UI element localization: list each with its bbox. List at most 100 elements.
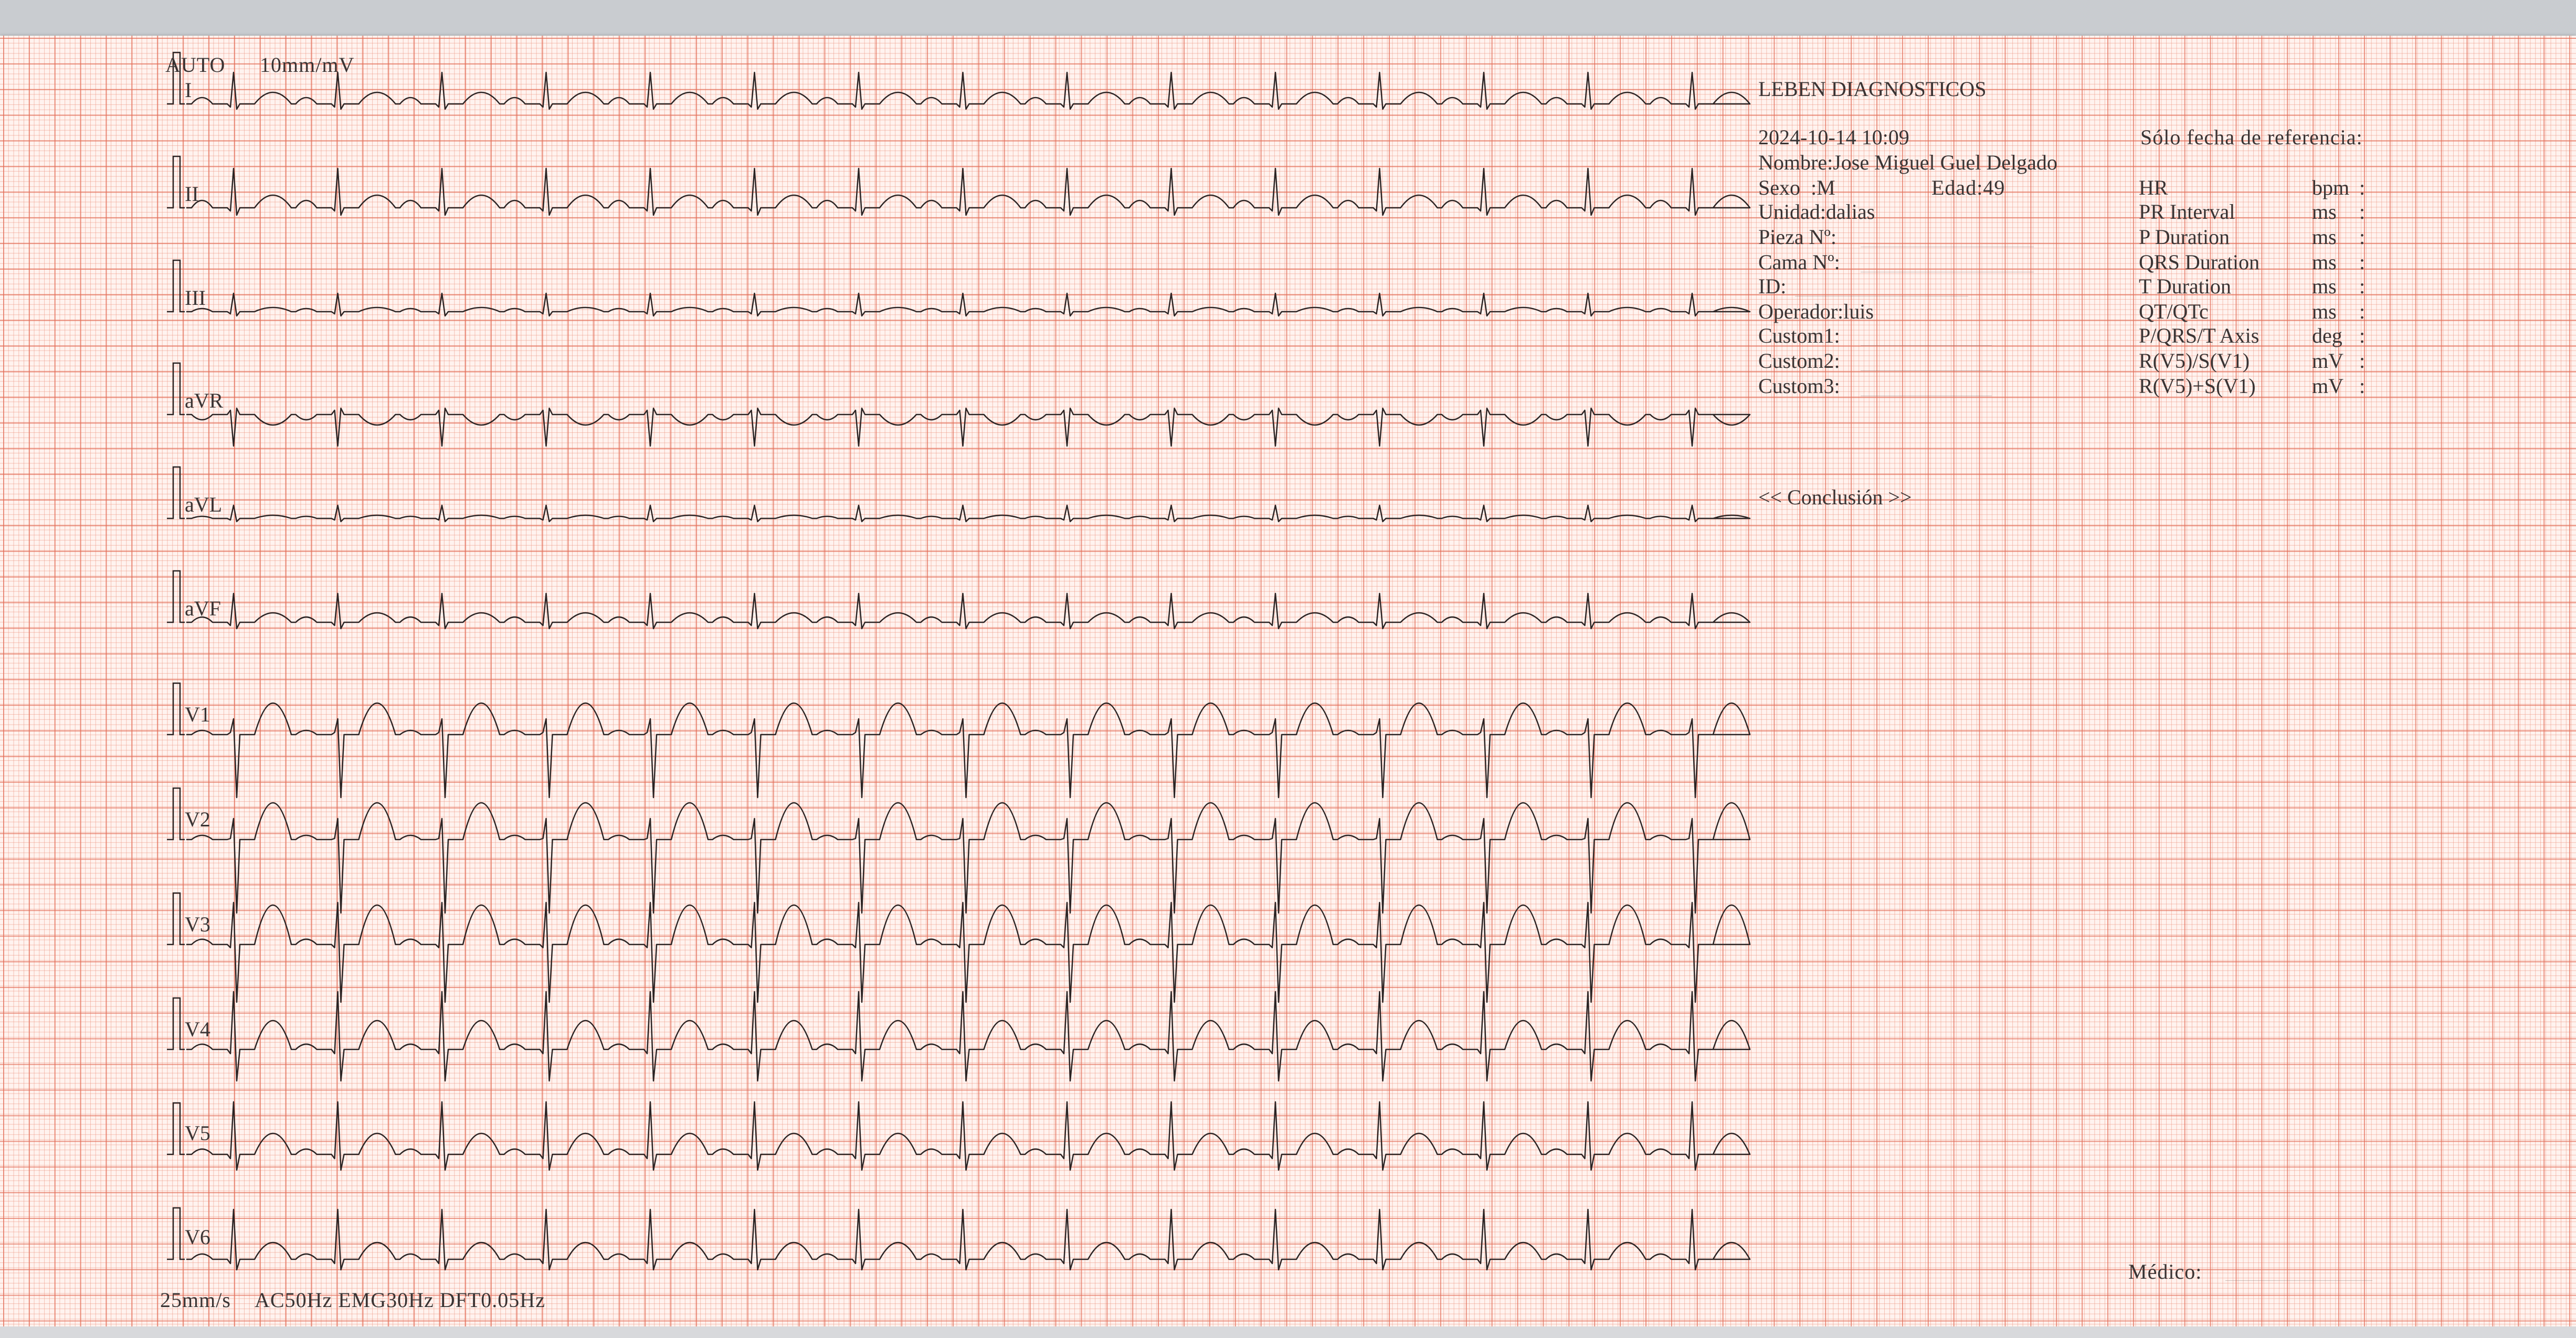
lead-label-v2: V2 [185, 808, 210, 831]
ecg-waveform [186, 504, 1751, 523]
conclusion-heading: << Conclusión >> [1758, 485, 1912, 509]
measure-unit: ms [2312, 250, 2337, 274]
measure-unit: ms [2312, 225, 2337, 249]
reference-note: Sólo fecha de referencia: [2140, 125, 2363, 149]
lead-label-ii: II [185, 182, 199, 206]
gain-label: 10mm/mV [260, 53, 355, 77]
mode-label: AUTO [165, 53, 226, 77]
patient-name-row: Nombre:Jose Miguel Guel Delgado [1758, 152, 2057, 173]
unit-row: Unidad:dalias [1758, 201, 1875, 222]
calibration-pulse [167, 362, 185, 416]
ecg-waveform [186, 901, 1751, 1003]
lead-trace [167, 51, 1751, 110]
measure-unit: ms [2312, 274, 2337, 298]
calibration-pulse [167, 1102, 185, 1155]
custom2-row: Custom2: [1758, 349, 1840, 373]
calibration-pulse [167, 682, 185, 736]
patient-sex-row: Sexo :M [1758, 177, 1835, 198]
operator-label: Operador: [1758, 300, 1844, 323]
lead-label-v3: V3 [185, 912, 210, 936]
ecg-waveform [186, 71, 1751, 110]
patient-unit: dalias [1825, 200, 1875, 224]
measure-name: R(V5)/S(V1) [2139, 349, 2250, 373]
measure-sep: : [2359, 374, 2366, 398]
patient-name: Jose Miguel Guel Delgado [1833, 151, 2057, 174]
lead-trace [167, 570, 1751, 630]
unit-label: Unidad: [1758, 200, 1826, 224]
lead-label-v5: V5 [185, 1121, 210, 1145]
lead-trace [167, 259, 1751, 317]
ecg-waveform [186, 292, 1751, 317]
calibration-pulse [167, 997, 185, 1050]
measure-unit: mV [2312, 374, 2343, 398]
lead-trace [167, 991, 1751, 1082]
measure-unit: mV [2312, 349, 2343, 373]
measure-unit: bpm [2312, 176, 2350, 199]
room-row: Pieza Nº: [1758, 225, 1837, 249]
measure-sep: : [2359, 200, 2366, 224]
measure-sep: : [2359, 225, 2366, 249]
physician-signature-line [2225, 1280, 2372, 1281]
operator-name: luis [1843, 300, 1874, 323]
lead-label-v6: V6 [185, 1225, 210, 1249]
bed-row: Cama Nº: [1758, 250, 1840, 274]
measure-unit: deg [2312, 324, 2342, 347]
lead-label-iii: III [185, 286, 206, 310]
measure-name: PR Interval [2139, 200, 2235, 224]
measure-name: P Duration [2139, 225, 2230, 249]
custom2-blank [1861, 370, 1992, 371]
measure-sep: : [2359, 324, 2366, 347]
calibration-pulse [167, 259, 185, 313]
id-row: ID: [1758, 274, 1787, 298]
ecg-waveform [186, 991, 1751, 1082]
patient-age: 49 [1983, 176, 2005, 199]
lead-label-v1: V1 [185, 703, 210, 726]
lead-trace [167, 1101, 1751, 1171]
measure-name: HR [2139, 176, 2168, 199]
lead-label-avl: aVL [185, 493, 223, 516]
name-label: Nombre: [1758, 151, 1833, 174]
lead-trace [167, 155, 1751, 216]
sex-label: Sexo : [1758, 176, 1817, 199]
lead-trace [167, 787, 1751, 914]
lead-label-avf: aVF [185, 597, 221, 620]
clinic-name: LEBEN DIAGNOSTICOS [1758, 77, 1987, 101]
measure-name: R(V5)+S(V1) [2139, 374, 2256, 398]
lead-trace [167, 682, 1751, 799]
ecg-waveform [186, 802, 1751, 914]
patient-age-row: Edad:49 [1931, 177, 2005, 198]
ecg-waveform [186, 702, 1751, 799]
measure-sep: : [2359, 300, 2366, 323]
measure-sep: : [2359, 349, 2366, 373]
measure-name: QRS Duration [2139, 250, 2260, 274]
filter-label: AC50Hz EMG30Hz DFT0.05Hz [255, 1288, 545, 1312]
lead-label-i: I [185, 78, 192, 102]
measure-name: T Duration [2139, 274, 2231, 298]
ecg-waveform [186, 592, 1751, 630]
lead-trace [167, 1207, 1751, 1271]
calibration-pulse [167, 570, 185, 623]
calibration-pulse [167, 155, 185, 209]
measure-unit: ms [2312, 200, 2337, 224]
ecg-waveform [186, 167, 1751, 216]
physician-label: Médico: [2128, 1260, 2202, 1283]
calibration-pulse [167, 787, 185, 841]
custom3-row: Custom3: [1758, 374, 1840, 398]
lead-trace [167, 892, 1751, 1003]
measure-name: QT/QTc [2139, 300, 2209, 323]
age-label: Edad: [1931, 176, 1983, 199]
calibration-pulse [167, 1207, 185, 1260]
patient-sex: M [1817, 176, 1835, 199]
lead-label-v4: V4 [185, 1017, 210, 1041]
custom1-blank [1861, 345, 1992, 346]
calibration-pulse [167, 892, 185, 946]
measure-sep: : [2359, 274, 2366, 298]
lead-label-avr: aVR [185, 389, 224, 412]
measure-name: P/QRS/T Axis [2139, 324, 2260, 347]
operator-row: Operador:luis [1758, 301, 1874, 322]
ecg-waveform [186, 1208, 1751, 1271]
lead-trace [167, 466, 1751, 523]
speed-label: 25mm/s [160, 1288, 231, 1312]
measure-unit: ms [2312, 300, 2337, 323]
ecg-waveform [186, 1101, 1751, 1171]
